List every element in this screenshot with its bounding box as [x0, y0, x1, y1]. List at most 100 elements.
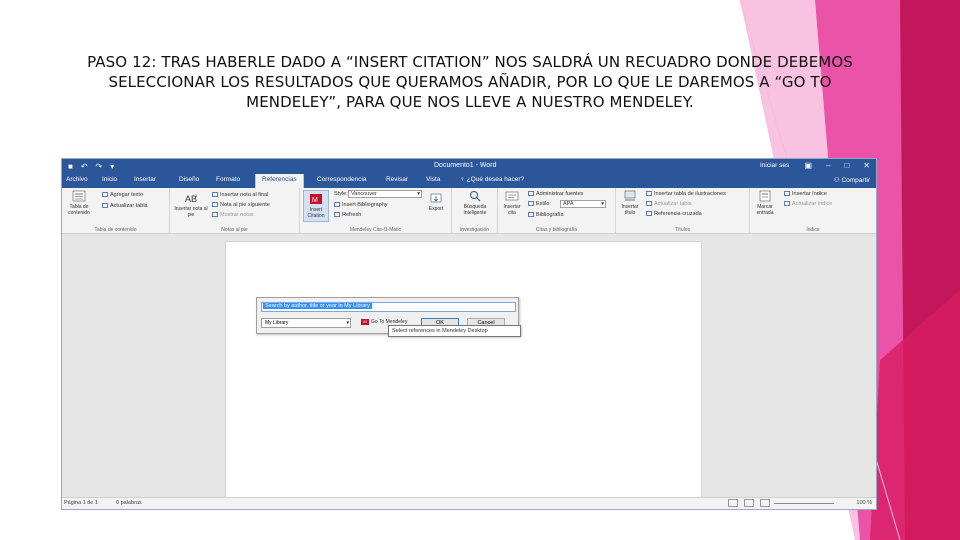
title-bar: ■ ↶ ↷ ▾ Documento1 - Word Iniciar ses ▣ … [62, 159, 876, 174]
bibliography-icon [528, 212, 534, 218]
export-icon [430, 193, 442, 203]
group-label: Títulos [674, 227, 690, 233]
print-layout-icon[interactable] [744, 499, 754, 507]
style-dropdown[interactable]: Vancouver ▾ [348, 190, 422, 198]
caption-icon [624, 190, 636, 201]
actualizar-tabla-titulos-button[interactable]: Actualizar tabla [646, 201, 692, 207]
administrar-fuentes-button[interactable]: Administrar fuentes [528, 191, 583, 197]
tab-correspondencia[interactable]: Correspondencia [317, 176, 367, 183]
svg-text:M: M [312, 197, 318, 204]
nota-al-final-button[interactable]: Insertar nota al final [212, 192, 268, 198]
index-icon [784, 191, 790, 197]
maximize-icon[interactable]: □ [844, 161, 849, 170]
ribbon: Tabla de contenido Agregar texto Actuali… [62, 188, 876, 234]
insertar-nota-button[interactable]: AB 1 Insertar nota al pie [174, 192, 208, 218]
share-button[interactable]: ⚇ Compartir [834, 176, 870, 184]
redo-icon[interactable]: ↷ [96, 162, 103, 171]
citation-search-input[interactable]: Search by author, title or year in My Li… [261, 302, 516, 312]
refresh-icon [784, 201, 790, 207]
window-controls: ▣ – □ ✕ [804, 161, 870, 170]
refresh-icon [102, 203, 108, 209]
style-label: Style: [334, 191, 348, 197]
group-label: Tabla de contenido [94, 227, 137, 233]
chevron-down-icon: ▾ [346, 320, 349, 326]
document-title: Documento1 - Word [434, 162, 497, 169]
tab-diseno[interactable]: Diseño [179, 176, 199, 183]
insertar-indice-button[interactable]: Insertar índice [784, 191, 827, 197]
ribbon-display-icon[interactable]: ▣ [804, 161, 812, 170]
tab-formato[interactable]: Formato [216, 176, 240, 183]
slide-title: PASO 12: TRAS HABERLE DADO A “INSERT CIT… [87, 53, 853, 111]
tab-archivo[interactable]: Archivo [66, 176, 88, 183]
show-notes-icon [212, 212, 218, 218]
mostrar-notas-button[interactable]: Mostrar notas [212, 212, 254, 218]
customize-icon[interactable]: ▾ [110, 162, 114, 171]
minimize-icon[interactable]: – [826, 161, 830, 170]
zoom-level[interactable]: 100 % [856, 500, 872, 506]
group-mendeley: M Insert Citation Style: Vancouver ▾ Inse… [300, 188, 452, 234]
chevron-down-icon: ▾ [601, 201, 604, 207]
group-titulos: Insertar título Insertar tabla de ilustr… [616, 188, 750, 234]
citation-icon [505, 191, 519, 201]
group-label: Notas al pie [221, 227, 248, 233]
bibliography-icon [334, 202, 340, 208]
view-buttons [728, 499, 770, 507]
refresh-button[interactable]: Refresh [334, 212, 361, 218]
chevron-down-icon: ▾ [417, 191, 420, 197]
tab-insertar[interactable]: Insertar [134, 176, 156, 183]
estilo-dropdown[interactable]: APA ▾ [560, 200, 606, 208]
group-label: Índice [806, 227, 820, 233]
insert-citation-button[interactable]: M Insert Citation [303, 190, 329, 222]
next-footnote-icon [212, 202, 218, 208]
document-page[interactable]: Search by author, title or year in My Li… [225, 241, 702, 499]
toc-icon [72, 190, 86, 202]
zoom-slider[interactable] [774, 503, 834, 504]
read-mode-icon[interactable] [728, 499, 738, 507]
save-icon[interactable]: ■ [68, 162, 73, 171]
group-tabla-de-contenido: Tabla de contenido Agregar texto Actuali… [62, 188, 170, 234]
footnote-icon: AB1 [185, 193, 198, 204]
tell-me-search[interactable]: ♀ ¿Qué desea hacer? [460, 176, 524, 183]
busqueda-inteligente-button[interactable]: Búsqueda inteligente [455, 190, 495, 216]
tabla-ilustraciones-button[interactable]: Insertar tabla de ilustraciones [646, 191, 726, 197]
export-button[interactable]: Export [424, 192, 448, 212]
go-to-mendeley-tooltip: Select references in Mendeley Desktop [388, 325, 521, 337]
page-count[interactable]: Página 1 de 1 [64, 500, 98, 506]
endnote-icon [212, 192, 218, 198]
ribbon-tabs: Archivo Inicio Insertar Diseño Formato R… [62, 174, 876, 188]
undo-icon[interactable]: ↶ [81, 162, 88, 171]
lightbulb-icon: ♀ [460, 176, 467, 183]
sign-in-link[interactable]: Iniciar ses [760, 162, 789, 169]
document-area: Search by author, title or year in My Li… [62, 234, 876, 499]
tab-inicio[interactable]: Inicio [102, 176, 117, 183]
mendeley-icon: M [361, 318, 369, 325]
actualizar-indice-button[interactable]: Actualizar índice [784, 201, 832, 207]
tab-revisar[interactable]: Revisar [386, 176, 408, 183]
toc-button[interactable]: Tabla de contenido [64, 190, 94, 216]
insertar-titulo-button[interactable]: Insertar título [618, 190, 642, 216]
insertar-cita-button[interactable]: Insertar cita [500, 190, 524, 216]
bibliografia-button[interactable]: Bibliografía [528, 212, 564, 218]
table-figures-icon [646, 191, 652, 197]
estilo-label: Estilo: [528, 201, 551, 207]
word-count[interactable]: 0 palabras [116, 500, 142, 506]
quick-access-toolbar: ■ ↶ ↷ ▾ [68, 162, 114, 171]
insert-bibliography-button[interactable]: Insert Bibliography [334, 202, 388, 208]
library-dropdown[interactable]: My Library ▾ [261, 318, 351, 328]
nota-siguiente-button[interactable]: Nota al pie siguiente [212, 202, 270, 208]
manage-sources-icon [528, 191, 534, 197]
web-layout-icon[interactable] [760, 499, 770, 507]
actualizar-tabla-button[interactable]: Actualizar tabla [102, 203, 148, 209]
add-text-icon [102, 192, 108, 198]
tab-vista[interactable]: Vista [426, 176, 440, 183]
referencia-cruzada-button[interactable]: Referencia cruzada [646, 211, 702, 217]
agregar-texto-button[interactable]: Agregar texto [102, 192, 143, 198]
tab-referencias[interactable]: Referencias [255, 174, 304, 188]
search-icon [470, 191, 481, 202]
close-icon[interactable]: ✕ [863, 161, 870, 170]
group-label: Investigación [459, 227, 490, 233]
group-notas-al-pie: AB 1 Insertar nota al pie Insertar nota a… [170, 188, 300, 234]
marcar-entrada-button[interactable]: Marcar entrada [752, 190, 778, 216]
deco-shape-dark [900, 0, 960, 540]
refresh-icon [646, 201, 652, 207]
